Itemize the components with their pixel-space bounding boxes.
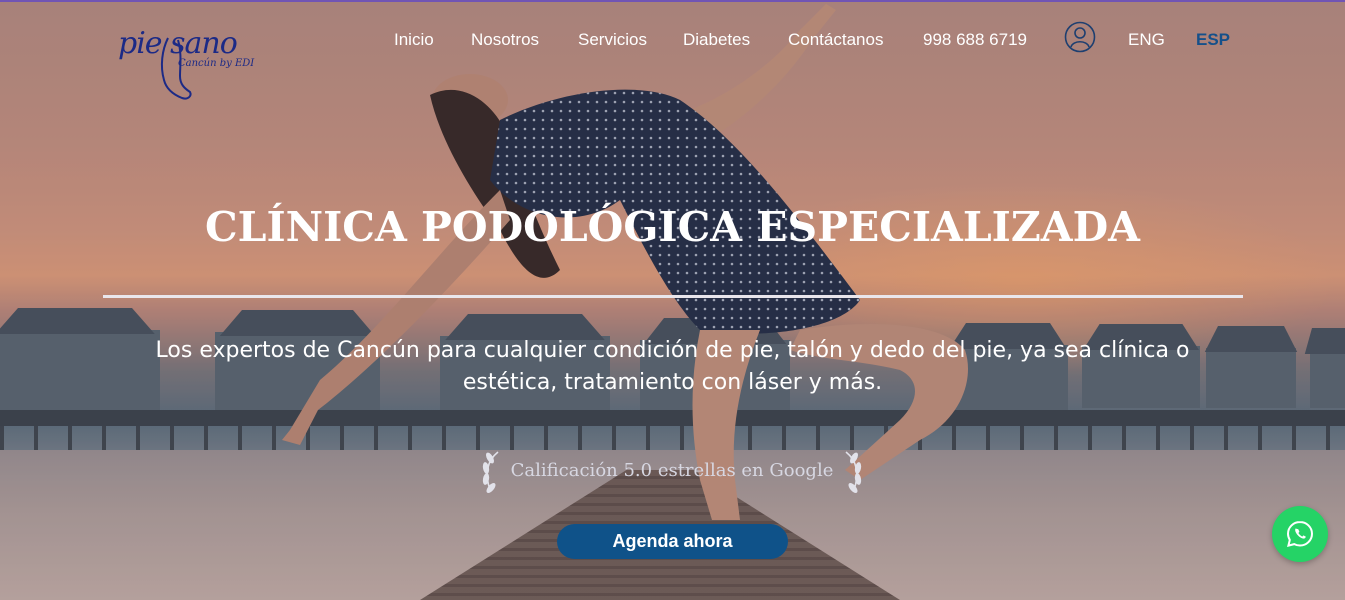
lang-eng[interactable]: ENG: [1128, 30, 1165, 50]
whatsapp-button[interactable]: [1272, 506, 1328, 562]
nav-item-servicios[interactable]: Servicios: [578, 30, 647, 50]
user-circle-icon[interactable]: [1064, 21, 1096, 53]
laurel-right-icon: [845, 451, 862, 493]
nav-item-contactanos[interactable]: Contáctanos: [788, 30, 883, 50]
rating-text: Calificación 5.0 estrellas en Google: [510, 460, 834, 481]
nav-item-inicio[interactable]: Inicio: [394, 30, 434, 50]
hero-title: CLÍNICA PODOLÓGICA ESPECIALIZADA: [205, 203, 1140, 251]
nav-item-phone[interactable]: 998 688 6719: [923, 30, 1027, 50]
logo-tagline: Cancún by EDI: [178, 58, 255, 69]
whatsapp-icon: [1286, 520, 1314, 547]
nav-item-diabetes[interactable]: Diabetes: [683, 30, 750, 50]
title-divider: [103, 295, 1243, 298]
main-nav: Inicio Nosotros Servicios Diabetes Contá…: [0, 30, 1345, 52]
lang-esp[interactable]: ESP: [1196, 30, 1230, 50]
nav-item-nosotros[interactable]: Nosotros: [471, 30, 539, 50]
google-rating: Calificación 5.0 estrellas en Google: [480, 448, 864, 496]
hero-subtitle: Los expertos de Cancún para cualquier co…: [155, 338, 1190, 395]
schedule-button[interactable]: Agenda ahora: [557, 524, 788, 559]
hero-section: pie sano Cancún by EDI Inicio Nosotros S…: [0, 0, 1345, 600]
